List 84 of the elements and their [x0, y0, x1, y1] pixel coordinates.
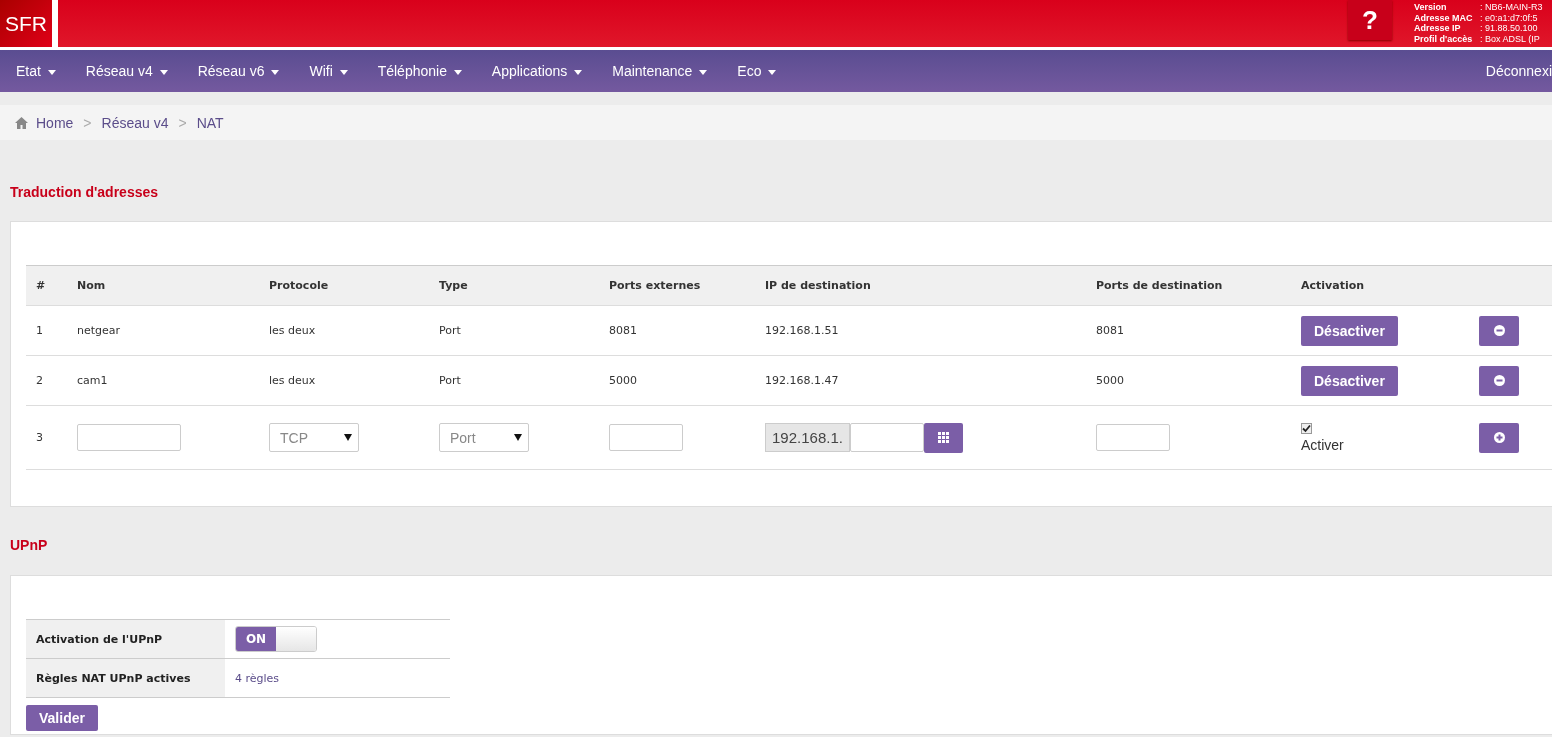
info-label: Profil d'accès	[1414, 33, 1474, 44]
submit-button[interactable]: Valider	[26, 705, 98, 731]
table-cell-text: netgear	[76, 324, 122, 337]
grid-icon	[937, 432, 949, 443]
breadcrumb-link[interactable]: Réseau v4	[101, 114, 169, 131]
deactivate-button[interactable]: Désactiver	[1301, 365, 1398, 396]
caret-icon	[159, 69, 168, 75]
info-value: : e0:a1:d7:0f:5	[1480, 12, 1538, 23]
column-header: Nom	[76, 279, 107, 292]
caret-icon	[339, 69, 348, 75]
dropdown-arrow-icon	[344, 434, 352, 441]
table-cell-text: cam1	[76, 374, 109, 387]
caret-icon	[453, 69, 462, 75]
remove-button[interactable]	[1479, 315, 1519, 346]
ip-prefix: 192.168.1.	[765, 423, 850, 452]
add-button[interactable]	[1479, 422, 1519, 453]
info-value: : 91.88.50.100	[1480, 23, 1538, 34]
table-cell-text: 2	[35, 374, 44, 387]
home-icon	[15, 116, 28, 129]
table-cell-text: Port	[438, 374, 462, 387]
section-title: Traduction d'adresses	[10, 183, 160, 202]
info-label: Version	[1414, 2, 1448, 13]
column-header: Protocole	[268, 279, 330, 292]
table-cell-text: les deux	[268, 324, 317, 337]
name-input-field[interactable]	[77, 424, 181, 451]
column-header: #	[35, 279, 47, 292]
breadcrumb-link[interactable]: NAT	[196, 114, 224, 131]
external-ports-input-field[interactable]	[609, 424, 683, 451]
setting-label: Règles NAT UPnP actives	[26, 659, 225, 697]
column-header: Ports externes	[608, 279, 702, 292]
remove-button[interactable]	[1479, 365, 1519, 396]
table-cell-text: 1	[35, 324, 44, 337]
table-cell-text: 3	[35, 431, 44, 444]
destination-ports-input-field[interactable]	[1096, 424, 1170, 451]
nav-menu-item[interactable]: Réseau v6	[197, 63, 280, 79]
column-header: Type	[438, 279, 469, 292]
caret-icon	[574, 69, 583, 75]
nav-menu-item[interactable]: Réseau v4	[85, 63, 168, 79]
column-header: Activation	[1300, 279, 1366, 292]
table-cell-text: 5000	[1095, 374, 1125, 387]
breadcrumb-link[interactable]: Home	[36, 114, 74, 131]
breadcrumb-separator: >	[178, 114, 187, 131]
nav-menu-item[interactable]: Etat	[16, 63, 56, 79]
ip-suffix-input-field[interactable]	[849, 423, 924, 452]
protocol-dropdown[interactable]: TCP	[269, 423, 359, 452]
upnp-toggle-switch[interactable]: ON	[235, 626, 317, 652]
nav-menu-item[interactable]: Applications	[491, 63, 583, 79]
sfr-logo: SFR	[0, 0, 58, 47]
help-button[interactable]: ?	[1348, 0, 1392, 40]
info-label: Adresse MAC	[1414, 12, 1474, 23]
nav-menu-item[interactable]: Téléphonie	[377, 63, 462, 79]
info-value: : NB6-MAIN-R3	[1480, 2, 1543, 13]
nav-menu-item[interactable]: Eco	[737, 63, 777, 79]
section-title: UPnP	[10, 536, 49, 555]
device-picker-button[interactable]	[923, 422, 963, 453]
plus-circle-icon	[1493, 432, 1505, 443]
minus-circle-icon	[1493, 325, 1505, 336]
column-header: IP de destination	[764, 279, 872, 292]
table-cell-text: 192.168.1.51	[764, 324, 840, 337]
activate-checkbox[interactable]	[1301, 422, 1312, 434]
table-cell-text: les deux	[268, 374, 317, 387]
logout-link[interactable]: Déconnexi	[1485, 63, 1552, 79]
minus-circle-icon	[1493, 375, 1505, 386]
table-cell-text: 192.168.1.47	[764, 374, 840, 387]
column-header: Ports de destination	[1095, 279, 1224, 292]
table-cell-text: 5000	[608, 374, 638, 387]
setting-label: Activation de l'UPnP	[26, 620, 225, 658]
checkbox-label: Activer	[1301, 436, 1344, 453]
type-dropdown[interactable]: Port	[439, 423, 529, 452]
caret-icon	[271, 69, 280, 75]
caret-icon	[699, 69, 708, 75]
table-cell-text: 8081	[608, 324, 638, 337]
info-value: : Box ADSL (IP	[1480, 33, 1540, 44]
caret-icon	[47, 69, 56, 75]
dropdown-arrow-icon	[514, 434, 522, 441]
caret-icon	[768, 69, 777, 75]
deactivate-button[interactable]: Désactiver	[1301, 315, 1398, 346]
breadcrumb-separator: >	[83, 114, 92, 131]
nav-menu-item[interactable]: Wifi	[309, 63, 348, 79]
table-cell-text: 8081	[1095, 324, 1125, 337]
info-label: Adresse IP	[1414, 23, 1462, 34]
table-cell-text: Port	[438, 324, 462, 337]
rules-link[interactable]: 4 règles	[235, 671, 280, 685]
nav-menu-item[interactable]: Maintenance	[612, 63, 708, 79]
